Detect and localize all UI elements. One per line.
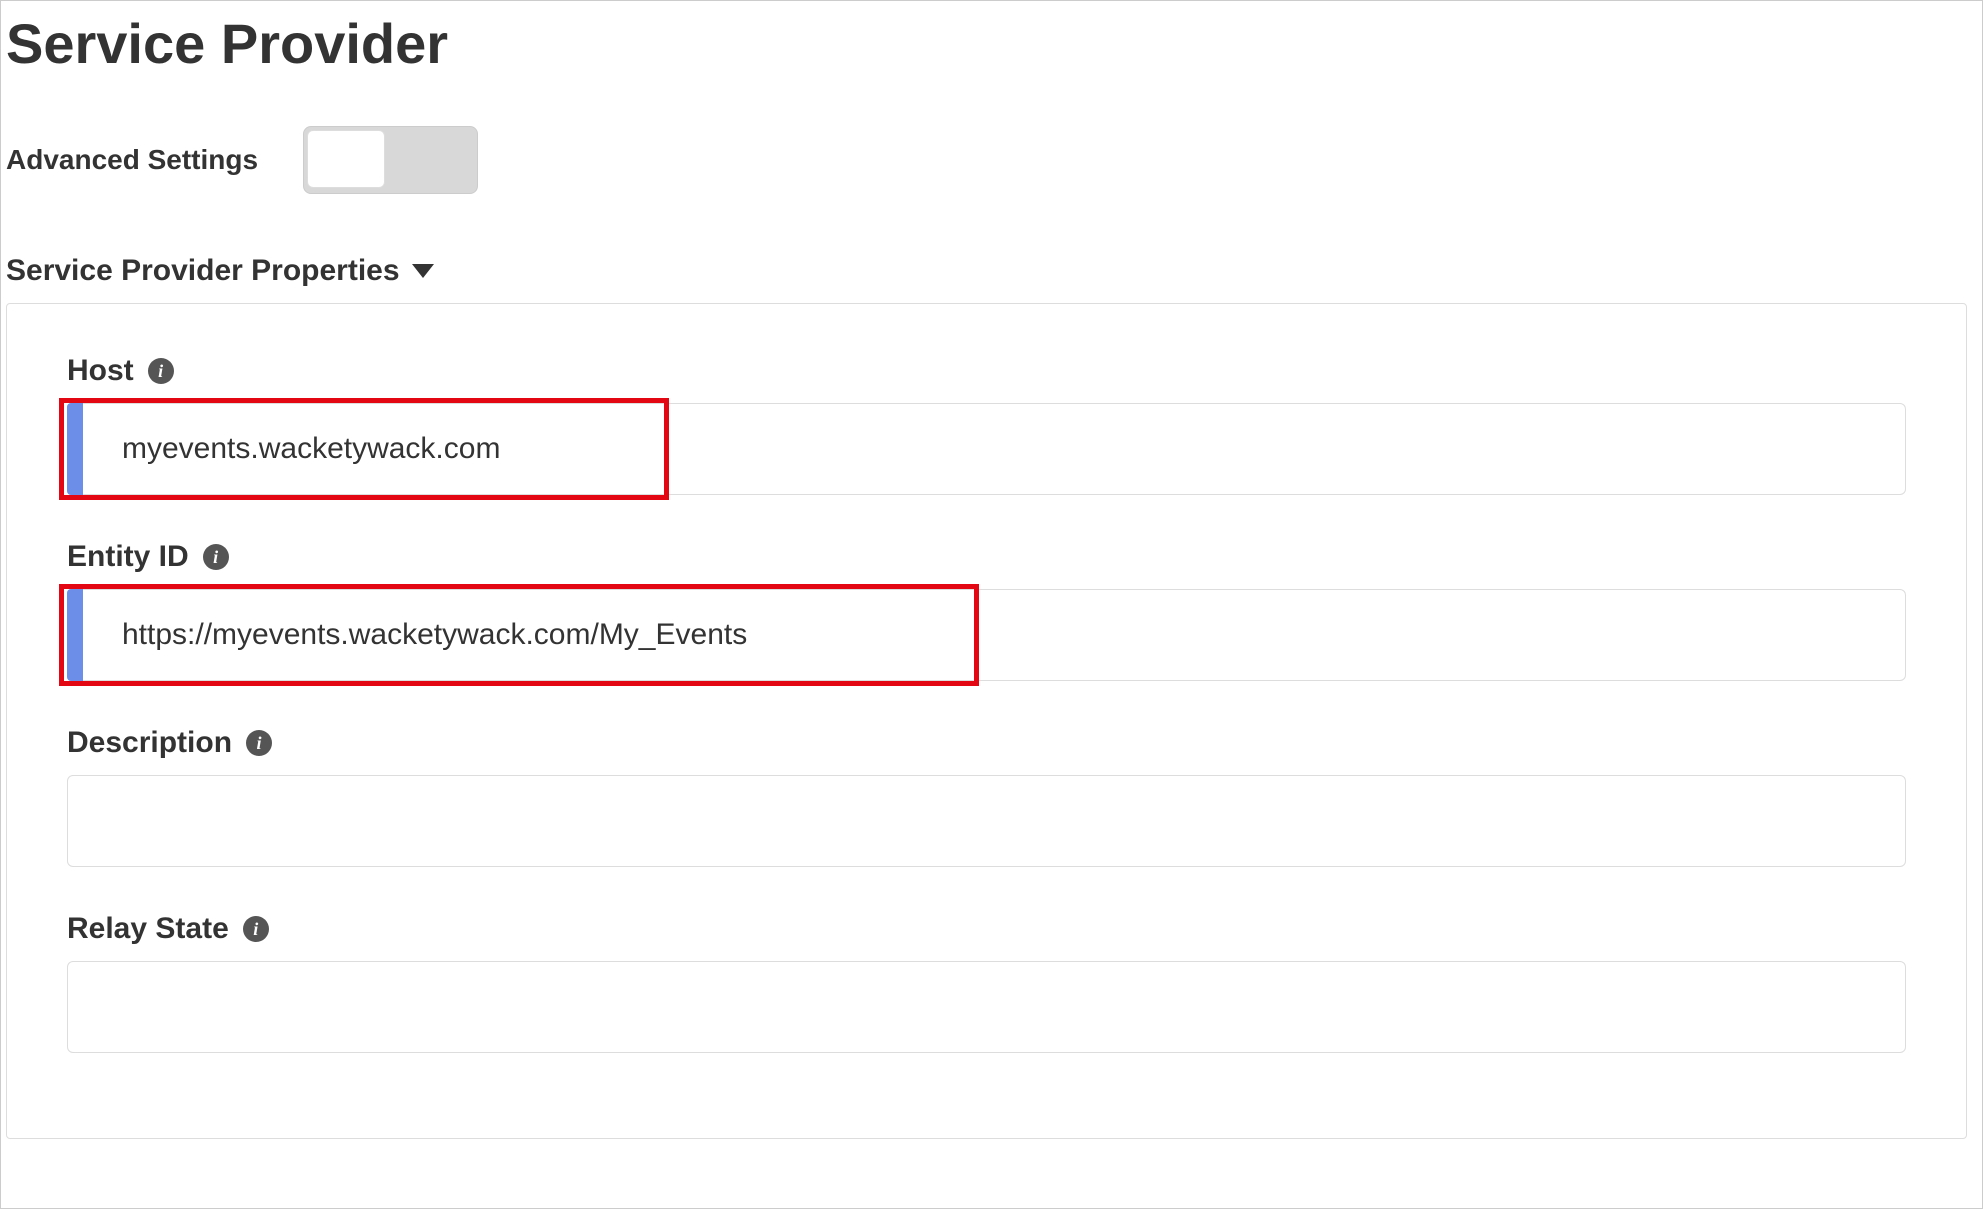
page-title: Service Provider bbox=[6, 11, 1977, 76]
description-input[interactable] bbox=[67, 775, 1906, 867]
info-icon[interactable]: i bbox=[246, 730, 272, 756]
required-indicator bbox=[67, 589, 83, 681]
description-label: Description bbox=[67, 726, 232, 760]
advanced-settings-label: Advanced Settings bbox=[6, 144, 258, 176]
info-icon[interactable]: i bbox=[148, 358, 174, 384]
entity-id-label: Entity ID bbox=[67, 540, 189, 574]
entity-id-field: Entity ID i bbox=[67, 540, 1906, 681]
section-title: Service Provider Properties bbox=[6, 254, 400, 288]
relay-state-input[interactable] bbox=[67, 961, 1906, 1053]
chevron-down-icon[interactable] bbox=[412, 264, 434, 278]
advanced-settings-toggle[interactable] bbox=[303, 126, 478, 194]
advanced-settings-row: Advanced Settings bbox=[6, 126, 1977, 194]
description-field: Description i bbox=[67, 726, 1906, 867]
toggle-handle bbox=[307, 130, 385, 188]
host-input[interactable] bbox=[67, 403, 1906, 495]
entity-id-input[interactable] bbox=[67, 589, 1906, 681]
section-header[interactable]: Service Provider Properties bbox=[6, 254, 1977, 288]
host-label: Host bbox=[67, 354, 134, 388]
info-icon[interactable]: i bbox=[243, 916, 269, 942]
relay-state-label: Relay State bbox=[67, 912, 229, 946]
relay-state-field: Relay State i bbox=[67, 912, 1906, 1053]
info-icon[interactable]: i bbox=[203, 544, 229, 570]
properties-panel: Host i Entity ID i Description bbox=[6, 303, 1967, 1139]
host-field: Host i bbox=[67, 354, 1906, 495]
required-indicator bbox=[67, 403, 83, 495]
